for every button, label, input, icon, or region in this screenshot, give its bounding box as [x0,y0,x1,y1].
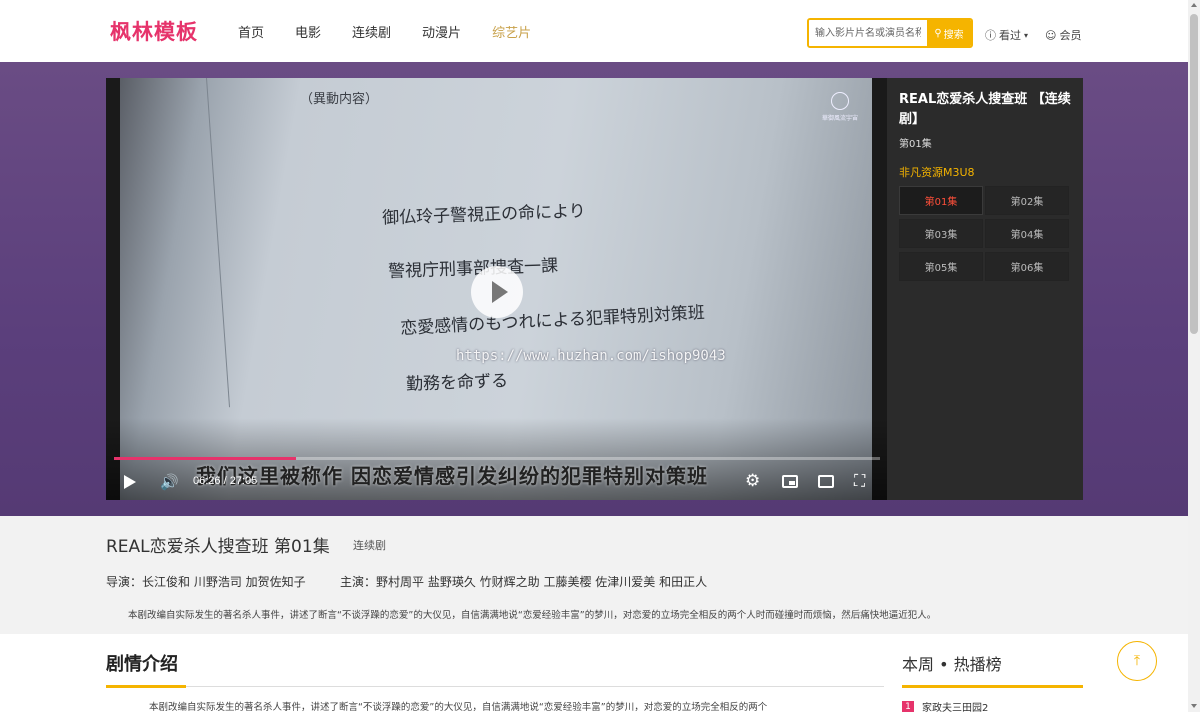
panel-title: REAL恋爱杀人搜查班 【连续剧】 [899,92,1071,127]
big-play-button[interactable] [471,266,523,318]
history-menu[interactable]: ⓘ 看过 ▾ [985,27,1028,43]
history-label: 看过 [999,29,1021,42]
doc-line-4: 恋愛感情のもつれによる犯罪特別対策班 [399,303,706,339]
webfullscreen-icon[interactable] [818,475,834,488]
progress-bar[interactable] [114,457,880,460]
doc-line-3: 警視庁刑事部捜査一課 [387,256,559,282]
episode-button[interactable]: 第04集 [985,219,1069,248]
search-box: ⚲ 搜索 [807,18,973,48]
channel-logo-icon [831,92,849,110]
main-nav: 首页 电影 连续剧 动漫片 综艺片 [238,22,562,41]
scroll-down-arrow-icon[interactable] [1191,704,1197,708]
history-icon: ⓘ [985,29,996,42]
nav-item-home[interactable]: 首页 [238,22,264,41]
time-display: 06:26 / 27:05 [193,475,258,487]
plot-divider [106,686,884,687]
nav-item-anime[interactable]: 动漫片 [422,22,461,41]
ranking-item[interactable]: 1 家政夫三田园2 [902,699,988,712]
ranking-heading: 本周 • 热播榜 [902,655,1002,674]
search-icon: ⚲ [934,27,942,39]
plot-heading: 剧情介绍 [106,654,178,675]
site-logo[interactable]: 枫林模板 [110,16,198,46]
episode-panel: REAL恋爱杀人搜查班 【连续剧】 第01集 非凡资源M3U8 第01集 第02… [887,78,1083,500]
short-description: 本剧改编自实际发生的著名杀人事件，讲述了断言“不谈浮躁的恋爱”的大仪见，自信满满… [128,610,937,621]
search-input[interactable] [809,20,927,46]
volume-icon[interactable]: 🔊 [160,473,179,491]
player-controls: 🔊 06:26 / 27:05 ⚙ ⛶ [106,468,887,500]
video-player[interactable]: （異動内容） 御仏玲子警視正の命により 警視庁刑事部捜査一課 恋愛感情のもつれに… [106,78,887,500]
category-tag[interactable]: 连续剧 [353,537,386,553]
video-info: REAL恋爱杀人搜查班 第01集 连续剧 导演：长江俊和 川野浩司 加贺佐知子 … [0,516,1188,634]
panel-source[interactable]: 非凡资源M3U8 [899,164,1071,180]
back-to-top-button[interactable]: ⤒ [1117,641,1157,681]
video-title: REAL恋爱杀人搜查班 第01集 [106,537,330,557]
episode-button[interactable]: 第06集 [985,252,1069,281]
search-button[interactable]: ⚲ 搜索 [927,20,971,46]
doc-line-1: （異動内容） [300,92,379,107]
rank-title: 家政夫三田园2 [922,703,989,712]
ranking-divider [902,685,1083,688]
scroll-up-arrow-icon[interactable] [1191,3,1197,7]
doc-line-5: 勤務を命ずる [405,371,509,395]
plot-text: 本剧改编自实际发生的著名杀人事件，讲述了断言“不谈浮躁的恋爱”的大仪见，自信满满… [149,702,768,712]
member-link[interactable]: ☺ 会员 [1045,27,1081,43]
settings-gear-icon[interactable]: ⚙ [745,471,760,491]
director-line: 导演：长江俊和 川野浩司 加贺佐知子 [106,575,306,589]
scroll-thumb[interactable] [1190,14,1198,334]
nav-item-variety[interactable]: 综艺片 [492,22,531,41]
panel-current-episode: 第01集 [899,139,932,150]
episode-grid: 第01集 第02集 第03集 第04集 第05集 第06集 [899,186,1069,281]
play-icon[interactable] [124,475,136,489]
caret-down-icon: ▾ [1024,30,1029,40]
episode-button[interactable]: 第02集 [985,186,1069,215]
paper-edge [206,78,231,408]
site-header: 枫林模板 首页 电影 连续剧 动漫片 综艺片 ⚲ 搜索 ⓘ 看过 ▾ ☺ 会员 [0,0,1188,62]
progress-fill [114,457,296,460]
fullscreen-icon[interactable]: ⛶ [854,471,865,491]
arrow-up-icon: ⤒ [1133,653,1141,669]
member-label: 会员 [1059,29,1082,42]
pip-icon[interactable] [782,475,798,488]
channel-watermark-text: 華御風流宇宙 [821,115,858,122]
cast-line: 主演：野村周平 盐野瑛久 竹财辉之助 工藤美樱 佐津川爱美 和田正人 [340,575,708,589]
url-watermark: https://www.huzhan.com/ishop9043 [456,348,726,364]
user-icon: ☺ [1045,28,1057,42]
rank-number: 1 [902,700,914,712]
nav-item-movies[interactable]: 电影 [295,22,321,41]
doc-line-2: 御仏玲子警視正の命により [381,201,587,229]
search-button-label: 搜索 [943,29,964,41]
page-scrollbar[interactable] [1188,0,1200,712]
nav-item-series[interactable]: 连续剧 [352,22,391,41]
plot-divider-accent [106,685,186,688]
episode-button[interactable]: 第05集 [899,252,983,281]
episode-button[interactable]: 第01集 [899,186,983,215]
channel-watermark: 華御風流宇宙 [820,92,860,122]
episode-button[interactable]: 第03集 [899,219,983,248]
